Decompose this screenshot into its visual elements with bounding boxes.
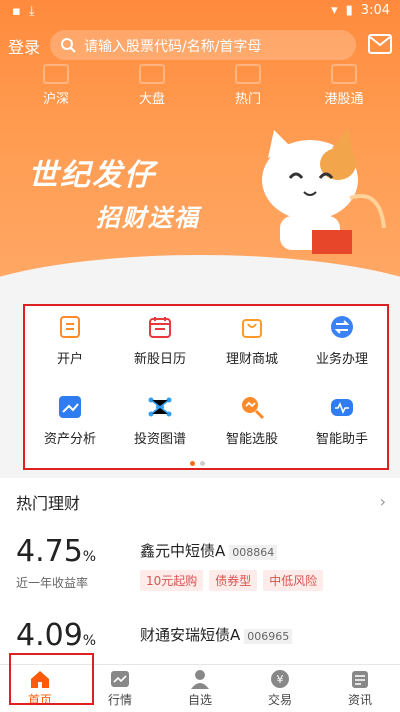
user-icon: [191, 670, 209, 689]
service-item-open-account[interactable]: 开户: [25, 314, 115, 367]
svg-text:¥: ¥: [277, 673, 284, 686]
service-item-smart-stock-pick[interactable]: 智能选股: [207, 394, 297, 447]
search-placeholder: 请输入股票代码/名称/首字母: [84, 39, 262, 55]
banner-subheadline: 招财送福: [96, 204, 200, 232]
status-bar: ▪ ⤓ ▾ ▮ 3:04: [0, 0, 400, 24]
fund-rate: 4.09%: [16, 618, 97, 653]
calendar-icon: [149, 317, 171, 338]
status-time: 3:04: [360, 3, 390, 18]
quick-nav-label: 大盘: [138, 92, 165, 107]
fund-code: 006965: [244, 629, 293, 644]
service-label: 资产分析: [43, 432, 96, 447]
fund-tag: 10元起购: [140, 570, 204, 591]
magnifier-icon: [242, 397, 265, 420]
home-tab-highlight: [9, 653, 94, 705]
index-icon: [139, 64, 165, 84]
service-item-smart-assistant[interactable]: 智能助手: [297, 394, 387, 447]
quick-nav-label: 沪深: [42, 92, 69, 107]
service-grid: 开户 新股日历 理财商城 业务办理 资产分析 投资图谱 智能选股 智能助手: [23, 304, 389, 470]
fund-tag: 中低风险: [263, 570, 324, 591]
lucky-cat-illustration: [262, 128, 386, 254]
tab-trade[interactable]: ¥ 交易: [240, 665, 320, 712]
page-dot: [200, 461, 205, 466]
service-label: 开户: [56, 352, 83, 367]
fund-tags: 10元起购 债券型 中低风险: [140, 570, 324, 591]
fund-name: 财通安瑞短债A 006965: [140, 624, 293, 645]
tab-news[interactable]: 资讯: [320, 665, 400, 712]
service-label: 智能选股: [225, 432, 278, 447]
hot-finance-section: 热门理财 › 4.75% 近一年收益率 鑫元中短债A 008864 10元起购 债…: [0, 478, 400, 664]
tab-label: 资讯: [347, 693, 372, 707]
service-label: 业务办理: [315, 352, 368, 367]
mail-icon[interactable]: [368, 34, 392, 54]
assistant-icon: [331, 399, 353, 416]
market-icon: [111, 671, 129, 687]
account-open-icon: [60, 316, 80, 338]
news-icon: [352, 671, 368, 688]
service-label: 智能助手: [315, 432, 368, 447]
market-quick-nav: 沪深 大盘 热门 港股通: [0, 64, 400, 107]
fund-tag: 债券型: [209, 570, 258, 591]
chart-trend-icon: [59, 396, 81, 418]
search-input[interactable]: 请输入股票代码/名称/首字母: [50, 30, 356, 60]
search-icon: [61, 38, 76, 53]
tab-label: 交易: [267, 693, 292, 707]
service-item-investment-map[interactable]: 投资图谱: [115, 394, 205, 447]
tab-watchlist[interactable]: 自选: [160, 665, 240, 712]
page-dot-active: [190, 461, 195, 466]
banner-headline: 世纪发仔: [28, 158, 156, 193]
fund-code: 008864: [229, 545, 278, 560]
hot-icon: [235, 64, 261, 84]
hk-connect-icon: [331, 64, 357, 84]
service-item-asset-analysis[interactable]: 资产分析: [25, 394, 115, 447]
exchange-icon: [331, 316, 353, 338]
tab-label: 行情: [107, 693, 132, 707]
quick-nav-hk-connect[interactable]: 港股通: [304, 64, 384, 107]
service-item-ipo-calendar[interactable]: 新股日历: [115, 314, 205, 367]
fund-rate: 4.75%: [16, 534, 97, 569]
service-item-finance-mall[interactable]: 理财商城: [207, 314, 297, 367]
top-header: 登录 请输入股票代码/名称/首字母: [0, 26, 400, 62]
service-item-business[interactable]: 业务办理: [297, 314, 387, 367]
section-title: 热门理财: [16, 494, 81, 513]
login-button[interactable]: 登录: [8, 34, 40, 58]
quick-nav-label: 热门: [234, 92, 261, 107]
chevron-right-icon[interactable]: ›: [380, 492, 386, 511]
notification-square-icon: ▪: [12, 4, 21, 19]
service-label: 新股日历: [133, 352, 186, 367]
quick-nav-dapan[interactable]: 大盘: [112, 64, 192, 107]
wifi-icon: ▾: [331, 3, 338, 18]
market-chart-icon: [43, 64, 69, 84]
fund-rate-label: 近一年收益率: [16, 576, 89, 590]
download-icon: ⤓: [28, 4, 35, 19]
fund-name: 鑫元中短债A 008864: [140, 540, 278, 561]
yen-coin-icon: ¥: [271, 670, 289, 688]
network-icon: [148, 397, 172, 417]
service-label: 理财商城: [225, 352, 278, 367]
service-label: 投资图谱: [133, 432, 186, 447]
quick-nav-hot[interactable]: 热门: [208, 64, 288, 107]
tab-label: 自选: [187, 693, 212, 707]
battery-icon: ▮: [345, 3, 353, 18]
shopping-bag-icon: [242, 319, 262, 338]
quick-nav-hushen[interactable]: 沪深: [16, 64, 96, 107]
carousel-page-dots: [190, 461, 205, 466]
quick-nav-label: 港股通: [324, 92, 364, 107]
